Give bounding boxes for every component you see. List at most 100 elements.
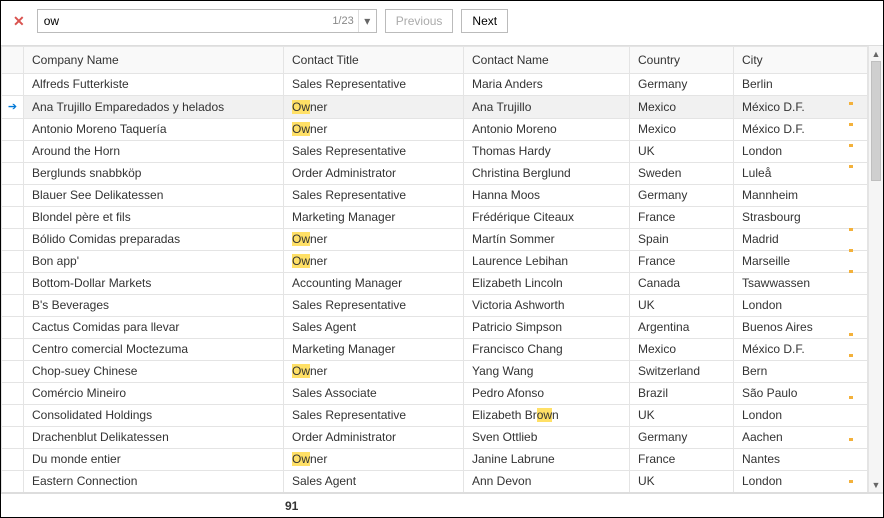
- cell-company[interactable]: Consolidated Holdings: [24, 405, 284, 427]
- cell-title[interactable]: Sales Associate: [284, 383, 464, 405]
- cell-city[interactable]: London: [734, 405, 868, 427]
- cell-contact[interactable]: Christina Berglund: [464, 163, 630, 185]
- table-row[interactable]: ➔Ana Trujillo Emparedados y heladosOwner…: [2, 96, 868, 119]
- table-row[interactable]: Du monde entierOwnerJanine LabruneFrance…: [2, 449, 868, 471]
- table-row[interactable]: Consolidated HoldingsSales Representativ…: [2, 405, 868, 427]
- cell-title[interactable]: Marketing Manager: [284, 207, 464, 229]
- cell-company[interactable]: Chop-suey Chinese: [24, 361, 284, 383]
- cell-contact[interactable]: Yang Wang: [464, 361, 630, 383]
- col-city[interactable]: City: [734, 47, 868, 74]
- cell-country[interactable]: Mexico: [630, 119, 734, 141]
- cell-company[interactable]: Comércio Mineiro: [24, 383, 284, 405]
- scroll-down-icon[interactable]: ▼: [869, 477, 883, 492]
- cell-company[interactable]: Ana Trujillo Emparedados y helados: [24, 96, 284, 119]
- search-input[interactable]: [38, 10, 329, 32]
- previous-button[interactable]: Previous: [385, 9, 454, 33]
- cell-title[interactable]: Sales Representative: [284, 74, 464, 96]
- cell-city[interactable]: Madrid: [734, 229, 868, 251]
- cell-country[interactable]: Sweden: [630, 163, 734, 185]
- cell-title[interactable]: Order Administrator: [284, 427, 464, 449]
- cell-country[interactable]: Mexico: [630, 339, 734, 361]
- cell-country[interactable]: France: [630, 207, 734, 229]
- cell-title[interactable]: Order Administrator: [284, 163, 464, 185]
- table-row[interactable]: Comércio MineiroSales AssociatePedro Afo…: [2, 383, 868, 405]
- cell-contact[interactable]: Ann Devon: [464, 471, 630, 493]
- cell-city[interactable]: Berlin: [734, 74, 868, 96]
- table-row[interactable]: Eastern ConnectionSales AgentAnn DevonUK…: [2, 471, 868, 493]
- cell-contact[interactable]: Thomas Hardy: [464, 141, 630, 163]
- cell-city[interactable]: London: [734, 295, 868, 317]
- cell-title[interactable]: Owner: [284, 96, 464, 119]
- cell-contact[interactable]: Elizabeth Lincoln: [464, 273, 630, 295]
- search-options-dropdown[interactable]: ▾: [358, 10, 376, 32]
- cell-company[interactable]: Blondel père et fils: [24, 207, 284, 229]
- col-company[interactable]: Company Name: [24, 47, 284, 74]
- cell-city[interactable]: Aachen: [734, 427, 868, 449]
- table-row[interactable]: Antonio Moreno TaqueríaOwnerAntonio More…: [2, 119, 868, 141]
- cell-title[interactable]: Sales Representative: [284, 141, 464, 163]
- table-row[interactable]: Bon app'OwnerLaurence LebihanFranceMarse…: [2, 251, 868, 273]
- cell-city[interactable]: México D.F.: [734, 96, 868, 119]
- cell-contact[interactable]: Pedro Afonso: [464, 383, 630, 405]
- table-row[interactable]: Bólido Comidas preparadasOwnerMartín Som…: [2, 229, 868, 251]
- cell-company[interactable]: B's Beverages: [24, 295, 284, 317]
- cell-country[interactable]: Germany: [630, 74, 734, 96]
- table-row[interactable]: Drachenblut DelikatessenOrder Administra…: [2, 427, 868, 449]
- cell-company[interactable]: Centro comercial Moctezuma: [24, 339, 284, 361]
- cell-country[interactable]: Canada: [630, 273, 734, 295]
- cell-company[interactable]: Cactus Comidas para llevar: [24, 317, 284, 339]
- cell-title[interactable]: Owner: [284, 229, 464, 251]
- table-row[interactable]: Around the HornSales RepresentativeThoma…: [2, 141, 868, 163]
- cell-country[interactable]: Germany: [630, 427, 734, 449]
- cell-contact[interactable]: Martín Sommer: [464, 229, 630, 251]
- cell-contact[interactable]: Francisco Chang: [464, 339, 630, 361]
- cell-contact[interactable]: Maria Anders: [464, 74, 630, 96]
- cell-country[interactable]: Argentina: [630, 317, 734, 339]
- cell-country[interactable]: Brazil: [630, 383, 734, 405]
- col-country[interactable]: Country: [630, 47, 734, 74]
- table-row[interactable]: Alfreds FutterkisteSales RepresentativeM…: [2, 74, 868, 96]
- cell-contact[interactable]: Janine Labrune: [464, 449, 630, 471]
- cell-title[interactable]: Owner: [284, 119, 464, 141]
- cell-country[interactable]: UK: [630, 471, 734, 493]
- cell-contact[interactable]: Victoria Ashworth: [464, 295, 630, 317]
- cell-city[interactable]: Strasbourg: [734, 207, 868, 229]
- cell-city[interactable]: Luleå: [734, 163, 868, 185]
- cell-title[interactable]: Accounting Manager: [284, 273, 464, 295]
- cell-company[interactable]: Alfreds Futterkiste: [24, 74, 284, 96]
- cell-company[interactable]: Bottom-Dollar Markets: [24, 273, 284, 295]
- cell-country[interactable]: UK: [630, 405, 734, 427]
- cell-city[interactable]: London: [734, 141, 868, 163]
- cell-contact[interactable]: Hanna Moos: [464, 185, 630, 207]
- cell-contact[interactable]: Patricio Simpson: [464, 317, 630, 339]
- cell-city[interactable]: Buenos Aires: [734, 317, 868, 339]
- cell-title[interactable]: Owner: [284, 251, 464, 273]
- table-row[interactable]: Centro comercial MoctezumaMarketing Mana…: [2, 339, 868, 361]
- cell-company[interactable]: Blauer See Delikatessen: [24, 185, 284, 207]
- cell-city[interactable]: México D.F.: [734, 119, 868, 141]
- table-row[interactable]: Blauer See DelikatessenSales Representat…: [2, 185, 868, 207]
- cell-title[interactable]: Sales Agent: [284, 471, 464, 493]
- cell-city[interactable]: Tsawwassen: [734, 273, 868, 295]
- next-button[interactable]: Next: [461, 9, 508, 33]
- cell-company[interactable]: Around the Horn: [24, 141, 284, 163]
- cell-company[interactable]: Berglunds snabbköp: [24, 163, 284, 185]
- cell-country[interactable]: Switzerland: [630, 361, 734, 383]
- cell-title[interactable]: Sales Representative: [284, 405, 464, 427]
- cell-country[interactable]: France: [630, 251, 734, 273]
- col-contact[interactable]: Contact Name: [464, 47, 630, 74]
- scroll-up-icon[interactable]: ▲: [869, 46, 883, 61]
- cell-country[interactable]: Spain: [630, 229, 734, 251]
- cell-city[interactable]: Nantes: [734, 449, 868, 471]
- table-row[interactable]: Berglunds snabbköpOrder AdministratorChr…: [2, 163, 868, 185]
- table-row[interactable]: Blondel père et filsMarketing ManagerFré…: [2, 207, 868, 229]
- table-row[interactable]: B's BeveragesSales RepresentativeVictori…: [2, 295, 868, 317]
- cell-city[interactable]: São Paulo: [734, 383, 868, 405]
- cell-country[interactable]: UK: [630, 295, 734, 317]
- cell-title[interactable]: Owner: [284, 361, 464, 383]
- cell-country[interactable]: Mexico: [630, 96, 734, 119]
- scrollbar-track[interactable]: [869, 61, 883, 477]
- close-icon[interactable]: ✕: [9, 13, 29, 30]
- cell-contact[interactable]: Frédérique Citeaux: [464, 207, 630, 229]
- table-row[interactable]: Bottom-Dollar MarketsAccounting ManagerE…: [2, 273, 868, 295]
